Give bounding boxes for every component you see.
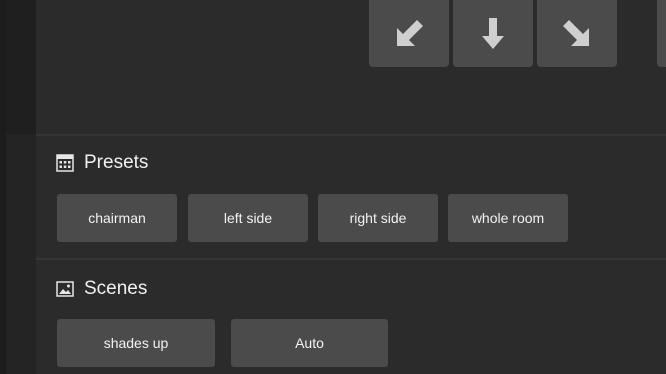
- preset-button-chairman[interactable]: chairman: [57, 194, 177, 242]
- arrow-down-left-icon: [389, 14, 429, 54]
- grid-icon: [56, 154, 74, 172]
- left-panel-edge: [6, 0, 36, 134]
- scenes-title: Scenes: [84, 278, 148, 299]
- pad-button-partial[interactable]: [657, 0, 666, 67]
- image-icon: [56, 280, 74, 298]
- scene-button-shades-up[interactable]: shades up: [57, 319, 215, 367]
- camera-pad-panel: [36, 0, 666, 134]
- arrow-down-icon: [473, 14, 513, 54]
- pan-down-left-button[interactable]: [369, 0, 449, 67]
- preset-button-right-side[interactable]: right side: [318, 194, 438, 242]
- arrow-down-right-icon: [557, 14, 597, 54]
- preset-button-left-side[interactable]: left side: [188, 194, 308, 242]
- preset-button-whole-room[interactable]: whole room: [448, 194, 568, 242]
- pan-down-button[interactable]: [453, 0, 533, 67]
- scenes-heading: Scenes: [56, 278, 147, 300]
- scene-button-auto[interactable]: Auto: [231, 319, 388, 367]
- camera-control-page: Presets chairman left side right side wh…: [0, 0, 666, 374]
- scenes-section: Scenes shades up Auto: [36, 260, 666, 374]
- presets-title: Presets: [84, 152, 149, 173]
- pan-down-right-button[interactable]: [537, 0, 617, 67]
- presets-heading: Presets: [56, 152, 148, 174]
- presets-section: Presets chairman left side right side wh…: [36, 136, 666, 258]
